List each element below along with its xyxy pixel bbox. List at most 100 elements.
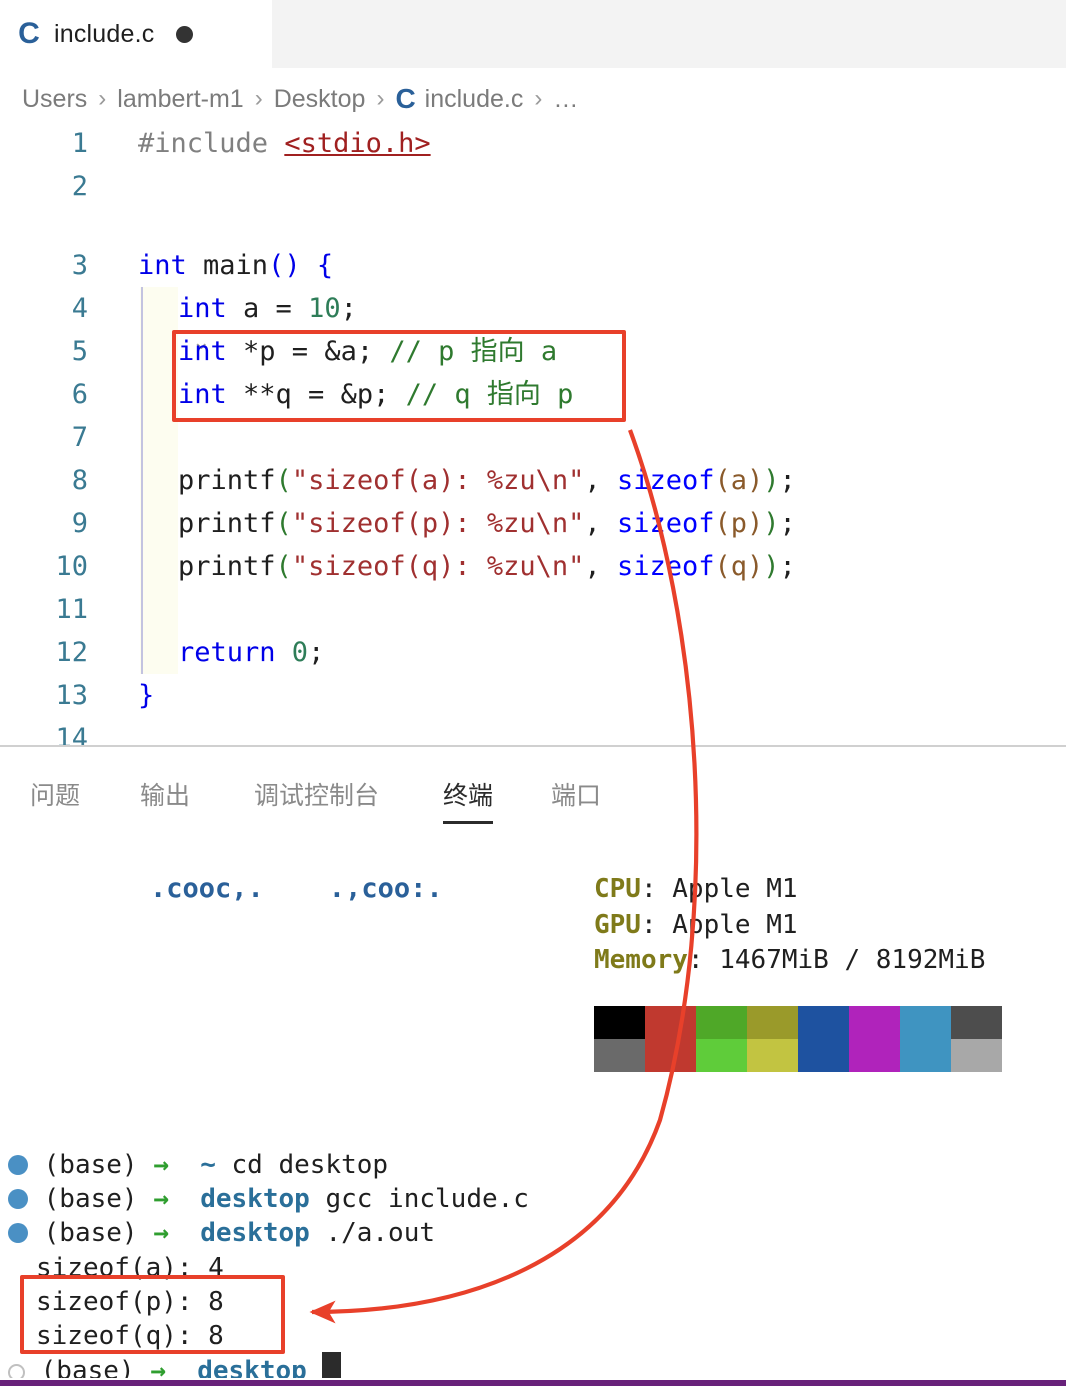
neofetch-entry-memory: Memory: 1467MiB / 8192MiB [594,943,985,977]
sp [28,1150,44,1180]
panel-tab-problems[interactable]: 问题 [30,760,80,824]
color-swatch [594,1039,645,1072]
line-number: 2 [71,171,88,202]
token-text: a = [226,293,309,324]
terminal-prompt-line: (base) → desktop ./a.out [8,1216,435,1250]
token-string: "sizeof(p): %zu\n" [291,508,585,539]
token-paren-close: ) [763,551,780,582]
token-comment: // p 指向 a [389,336,558,367]
color-swatch [798,1039,849,1072]
code-content: int *p = &a; // p 指向 a [178,330,557,373]
sp [307,1356,323,1378]
token-sizeof: sizeof [616,551,715,582]
token-function: printf [178,465,276,496]
code-line: 14 [0,717,1066,745]
token-semicolon: ; [779,551,796,582]
breadcrumb-separator-icon: › [98,85,107,112]
prompt-arrow-icon: → [153,1184,169,1214]
conda-env: (base) [43,1150,138,1180]
line-number: 5 [71,336,88,367]
token-comma: , [584,465,617,496]
terminal-command: gcc include.c [325,1184,529,1214]
editor-tab-include-c[interactable]: C include.c [0,0,272,68]
terminal-panel[interactable]: .cooc,. .,coo:. CPU: Apple M1 GPU: Apple… [0,840,1066,1378]
token-keyword: int [178,293,227,324]
color-swatch [696,1039,747,1072]
prompt-status-dot-icon [8,1223,28,1243]
code-editor[interactable]: 1 #include <stdio.h> 2 ⌄ 3 int main() { [0,122,1066,745]
terminal-output-line: sizeof(q): 8 [36,1321,224,1351]
breadcrumb-item-include-c[interactable]: include.c [425,85,524,114]
color-swatch [696,1006,747,1039]
editor-tab-bar: C include.c [0,0,1066,68]
sp [138,1150,154,1180]
conda-env: (base) [43,1218,138,1248]
token-comma: , [584,551,617,582]
code-content: printf("sizeof(p): %zu\n", sizeof(p)); [178,502,796,545]
line-number: 10 [55,551,88,582]
panel-divider[interactable] [0,745,1066,747]
panel-tab-bar: 问题 输出 调试控制台 终端 端口 [0,760,1066,830]
color-swatch [849,1039,900,1072]
prompt-cwd: ~ [200,1150,216,1180]
prompt-cwd: desktop [200,1184,310,1214]
prompt-status-dot-icon [8,1189,28,1209]
breadcrumb-separator-icon: › [534,85,543,112]
terminal-output-line: sizeof(a): 4 [36,1253,224,1283]
breadcrumb: Users › lambert-m1 › Desktop › C include… [22,78,578,120]
terminal-prompt-line: (base) → ~ cd desktop [8,1148,388,1182]
line-number: 6 [71,379,88,410]
code-content: int a = 10; [178,287,357,330]
code-content: #include <stdio.h> [138,122,431,165]
token-keyword: return [178,637,276,668]
panel-tab-output[interactable]: 输出 [140,760,190,824]
token-paren-open: ( [275,551,292,582]
neofetch-sep: : [640,910,673,940]
neofetch-value: 1467MiB / 8192MiB [719,945,986,975]
line-number: 12 [55,637,88,668]
token-brace: { [300,250,334,281]
line-number: 14 [55,723,88,745]
code-line: 11 [0,588,1066,631]
breadcrumb-separator-icon: › [254,85,263,112]
terminal-prompt-line-active[interactable]: (base) → desktop [8,1352,342,1378]
sp [28,1218,44,1248]
code-content: int **q = &p; // q 指向 p [178,373,573,416]
code-line: 6 int **q = &p; // q 指向 p [0,373,1066,416]
color-swatch [900,1039,951,1072]
token-paren-close: ) [763,465,780,496]
neofetch-key: CPU [594,874,641,904]
breadcrumb-item-desktop[interactable]: Desktop [274,85,366,114]
panel-tab-ports[interactable]: 端口 [551,760,601,824]
color-swatch [645,1006,696,1039]
token-function: main [186,250,269,281]
panel-tab-terminal[interactable]: 终端 [443,760,494,824]
terminal-prompt-line: (base) → desktop gcc include.c [8,1182,529,1216]
neofetch-value: Apple M1 [672,910,798,940]
breadcrumb-item-lambert-m1[interactable]: lambert-m1 [117,85,243,114]
sp [169,1150,200,1180]
panel-tab-debug-console[interactable]: 调试控制台 [254,760,379,824]
neofetch-key: Memory [594,945,688,975]
code-line: 9 printf("sizeof(p): %zu\n", sizeof(p)); [0,502,1066,545]
sp [310,1218,326,1248]
code-line: 5 int *p = &a; // p 指向 a [0,330,1066,373]
token-sizeof: sizeof [616,465,715,496]
c-file-icon: C [18,17,40,50]
token-parens: () [268,250,301,281]
breadcrumb-item-users[interactable]: Users [22,85,87,114]
sp [135,1356,151,1378]
code-content: printf("sizeof(a): %zu\n", sizeof(a)); [178,459,796,502]
breadcrumb-item-ellipsis[interactable]: … [553,85,578,114]
token-header-link[interactable]: <stdio.h> [284,128,430,159]
neofetch-entry-cpu: CPU: Apple M1 [594,872,798,906]
token-semicolon: ; [779,465,796,496]
token-arg: (p) [714,508,764,539]
neofetch-sep: : [687,945,720,975]
code-line: 1 #include <stdio.h> [0,122,1066,165]
unsaved-dot-icon[interactable] [176,25,194,43]
sp [169,1218,200,1248]
prompt-status-dot-icon [8,1155,28,1175]
line-number: 7 [71,422,88,453]
